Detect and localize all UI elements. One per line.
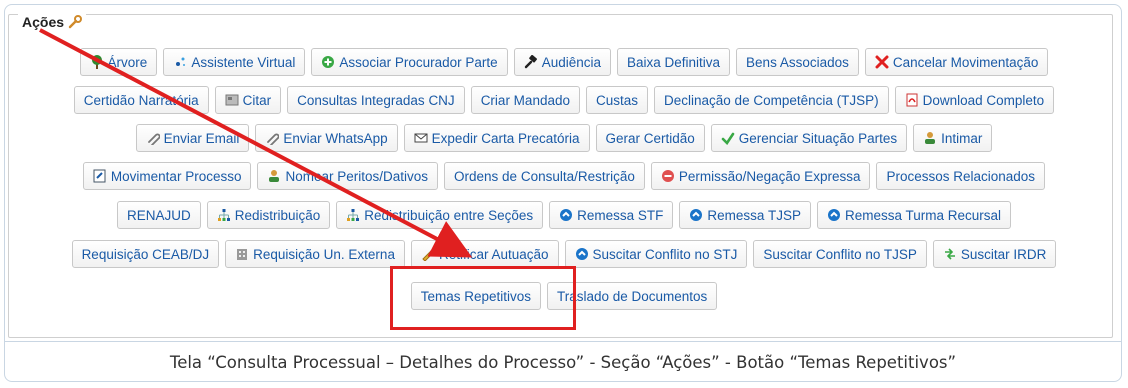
- figure-caption: Tela “Consulta Processual – Detalhes do …: [4, 341, 1122, 383]
- annotation-arrow: [39, 28, 473, 258]
